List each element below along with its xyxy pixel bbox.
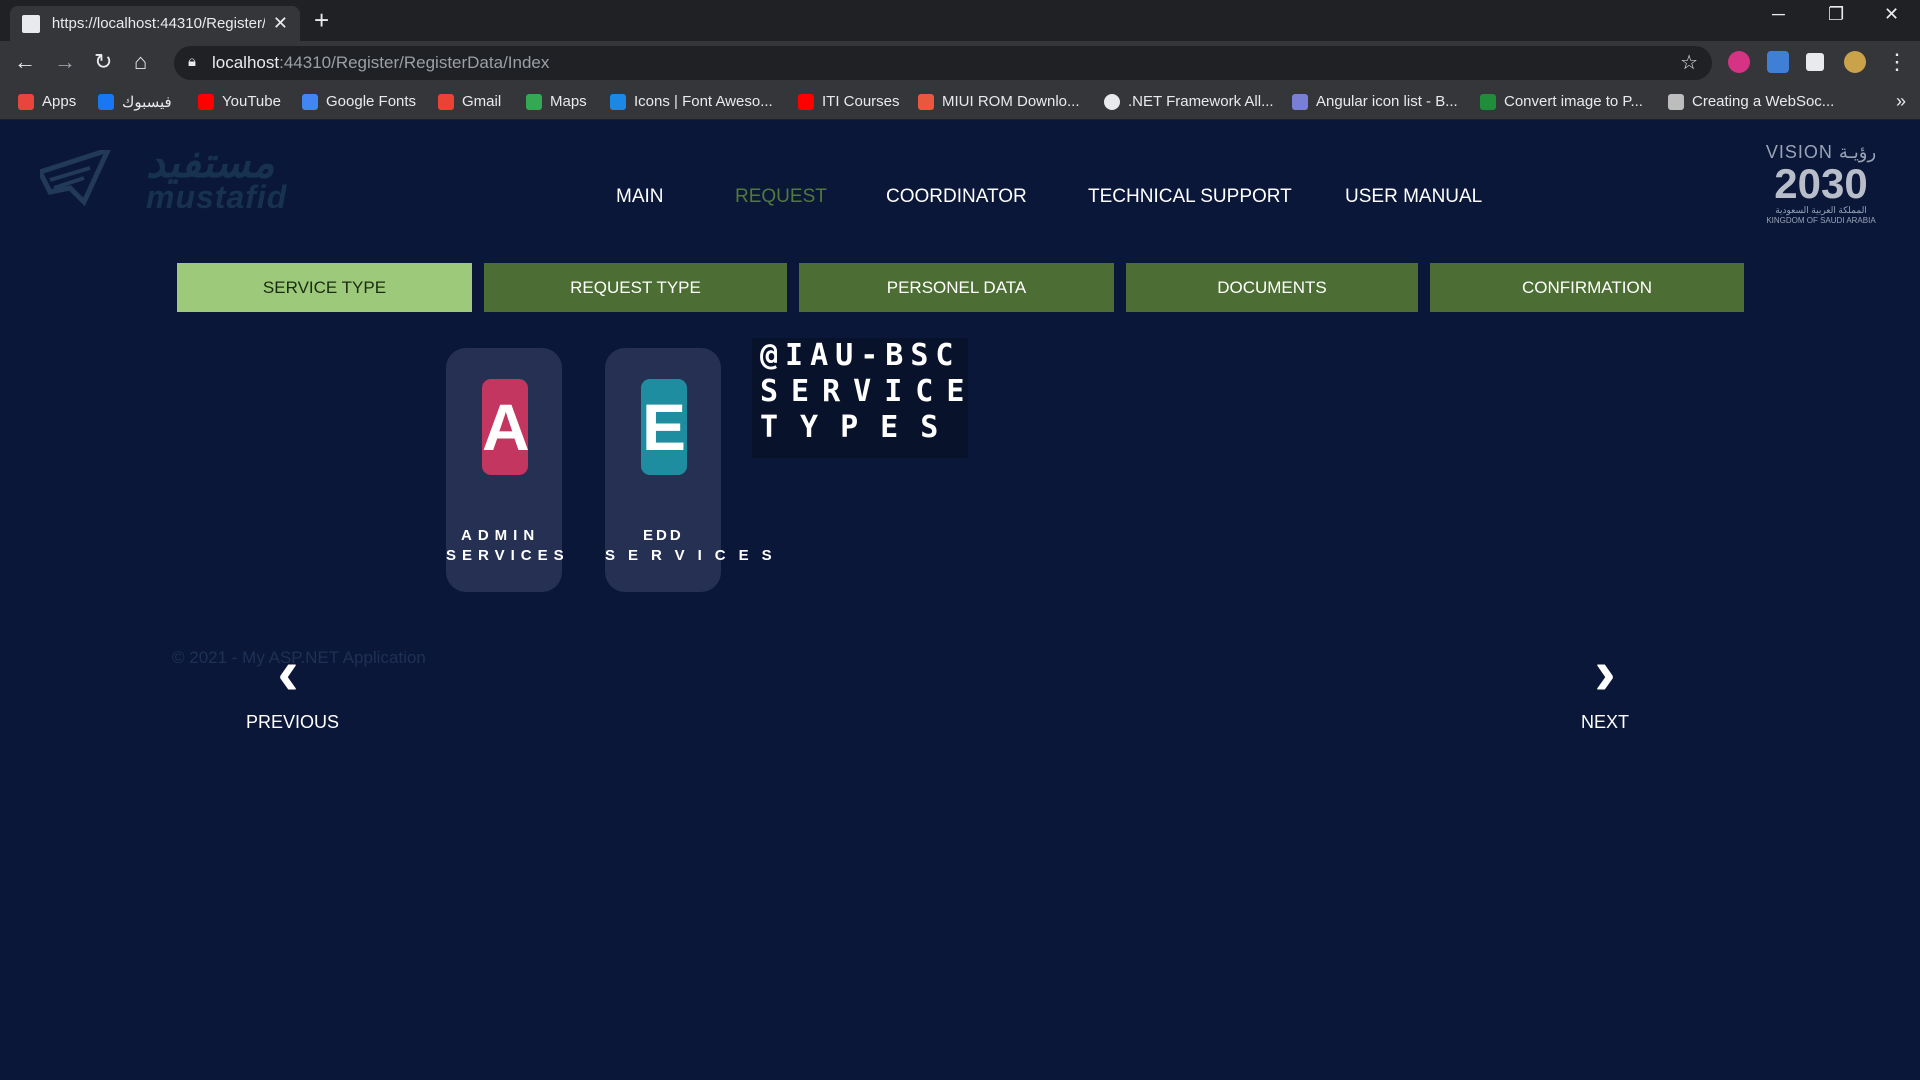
bookmarks-bar: Apps فيسبوك YouTube Google Fonts Gmail M… bbox=[0, 85, 1920, 120]
gmail-icon bbox=[438, 93, 454, 110]
tab-close-icon[interactable]: ✕ bbox=[273, 13, 288, 34]
bookmark-item[interactable]: Gmail bbox=[438, 93, 501, 110]
back-icon[interactable]: ← bbox=[14, 49, 36, 75]
tab-title: https://localhost:44310/Register/ bbox=[51, 15, 265, 32]
font-awesome-icon bbox=[610, 93, 626, 110]
mdb-icon bbox=[1292, 93, 1308, 110]
address-bar[interactable]: 🔒︎ localhost:44310/Register/RegisterData… bbox=[174, 46, 1712, 80]
bookmark-item[interactable]: Creating a WebSoc... bbox=[1668, 93, 1834, 110]
bookmark-item[interactable]: فيسبوك bbox=[98, 93, 172, 111]
home-icon[interactable]: ⌂ bbox=[134, 49, 147, 75]
bookmark-item[interactable]: ITI Courses bbox=[798, 93, 900, 110]
bookmark-star-icon[interactable]: ☆ bbox=[1680, 50, 1698, 75]
bookmark-item[interactable]: Convert image to P... bbox=[1480, 93, 1643, 110]
nav-request[interactable]: REQUEST bbox=[735, 186, 827, 208]
globe-icon bbox=[1104, 93, 1120, 110]
new-tab-button[interactable]: + bbox=[314, 6, 329, 34]
window-close-icon[interactable]: ✕ bbox=[1884, 4, 1899, 25]
google-fonts-icon bbox=[302, 93, 318, 110]
step-documents[interactable]: DOCUMENTS bbox=[1126, 263, 1418, 312]
page-content: مستفيد mustafid MAIN REQUEST COORDINATOR… bbox=[0, 120, 1920, 1080]
apps-grid-icon bbox=[18, 93, 34, 110]
browser-tab[interactable]: https://localhost:44310/Register/ ✕ bbox=[10, 6, 300, 41]
websocket-icon bbox=[1668, 93, 1684, 110]
nav-main[interactable]: MAIN bbox=[616, 186, 664, 208]
step-request-type[interactable]: REQUEST TYPE bbox=[484, 263, 787, 312]
chevron-right-icon: › bbox=[1594, 636, 1616, 708]
next-label: NEXT bbox=[1580, 712, 1629, 732]
extension-icon[interactable] bbox=[1728, 51, 1750, 73]
bookmark-item[interactable]: Angular icon list - B... bbox=[1292, 93, 1458, 110]
edd-services-card[interactable]: E EDD SERVICES bbox=[605, 348, 772, 592]
bookmark-item[interactable]: .NET Framework All... bbox=[1104, 93, 1274, 110]
forward-icon[interactable]: → bbox=[54, 49, 76, 75]
edd-letter-icon: E bbox=[641, 379, 687, 475]
vision-2030-logo: VISION رؤيـة 2030 المملكة العربية السعود… bbox=[1765, 142, 1877, 225]
maps-icon bbox=[526, 93, 542, 110]
browser-tabstrip: https://localhost:44310/Register/ ✕ + ─ … bbox=[0, 0, 1920, 41]
profile-avatar[interactable] bbox=[1844, 51, 1866, 73]
lock-icon: 🔒︎ bbox=[188, 53, 196, 70]
bookmark-item[interactable]: Maps bbox=[526, 93, 587, 110]
youtube-icon bbox=[798, 93, 814, 110]
bookmark-item[interactable]: Apps bbox=[18, 93, 76, 110]
step-service-type[interactable]: SERVICE TYPE bbox=[177, 263, 472, 312]
admin-letter-icon: A bbox=[482, 379, 530, 475]
puzzle-icon[interactable] bbox=[1806, 53, 1824, 71]
chevron-left-icon: ‹ bbox=[277, 636, 299, 708]
previous-button[interactable]: ‹ PREVIOUS bbox=[246, 636, 340, 733]
bookmark-item[interactable]: MIUI ROM Downlo... bbox=[918, 93, 1080, 110]
convert-icon bbox=[1480, 93, 1496, 110]
next-button[interactable]: › NEXT bbox=[1570, 636, 1640, 733]
restore-icon[interactable]: ❐ bbox=[1828, 4, 1844, 25]
service-label: EDD SERVICES bbox=[605, 527, 785, 564]
reload-icon[interactable]: ↻ bbox=[94, 49, 112, 75]
nav-user-manual[interactable]: USER MANUAL bbox=[1345, 186, 1482, 208]
logo-wordmark[interactable]: مستفيد mustafid bbox=[146, 142, 286, 216]
facebook-icon bbox=[98, 94, 114, 110]
admin-services-card[interactable]: A ADMIN SERVICES bbox=[446, 348, 564, 592]
shield-extension-icon[interactable] bbox=[1767, 51, 1789, 73]
url-text: localhost:44310/Register/RegisterData/In… bbox=[212, 53, 550, 72]
step-personel-data[interactable]: PERSONEL DATA bbox=[799, 263, 1114, 312]
menu-kebab-icon[interactable]: ⋮ bbox=[1886, 49, 1908, 75]
step-confirmation[interactable]: CONFIRMATION bbox=[1430, 263, 1744, 312]
nav-coordinator[interactable]: COORDINATOR bbox=[886, 186, 1027, 208]
nav-technical-support[interactable]: TECHNICAL SUPPORT bbox=[1088, 186, 1292, 208]
previous-label: PREVIOUS bbox=[246, 712, 340, 732]
bookmark-item[interactable]: Icons | Font Aweso... bbox=[610, 93, 773, 110]
page-icon bbox=[22, 14, 40, 33]
brand-title: @IAU-BSC SERVICE TYPES bbox=[752, 338, 968, 458]
service-label: ADMIN SERVICES bbox=[446, 527, 570, 564]
youtube-icon bbox=[198, 93, 214, 110]
minimize-icon[interactable]: ─ bbox=[1772, 4, 1785, 25]
bookmark-item[interactable]: YouTube bbox=[198, 93, 281, 110]
logo-icon bbox=[40, 150, 111, 207]
bookmarks-overflow-icon[interactable]: » bbox=[1896, 91, 1906, 112]
browser-toolbar: ← → ↻ ⌂ 🔒︎ localhost:44310/Register/Regi… bbox=[0, 41, 1920, 85]
miui-icon bbox=[918, 93, 934, 110]
bookmark-item[interactable]: Google Fonts bbox=[302, 93, 416, 110]
